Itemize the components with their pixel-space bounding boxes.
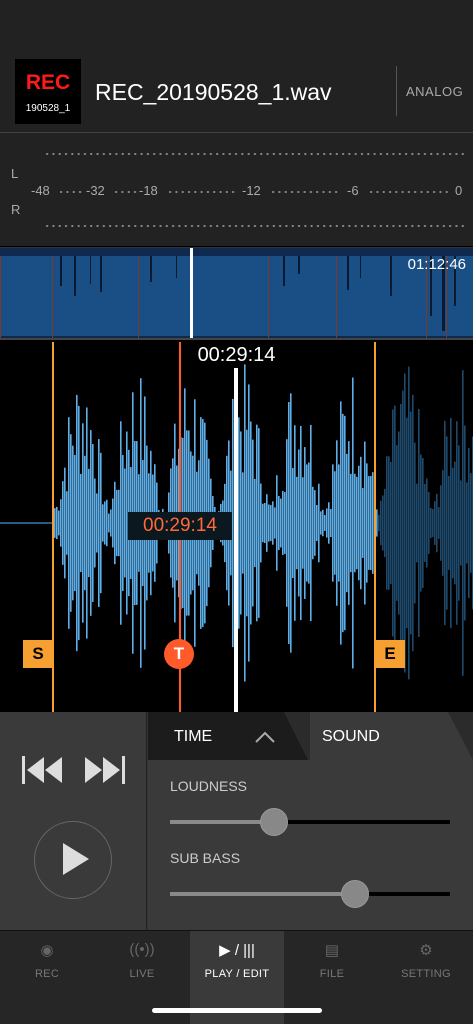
- trim-time: 00:29:14: [128, 512, 232, 540]
- tab-time[interactable]: TIME: [148, 712, 308, 760]
- total-time: 01:12:46: [407, 256, 466, 273]
- meter-right-label: R: [11, 202, 21, 217]
- fast-forward-icon[interactable]: [82, 754, 132, 786]
- meter-scale-dots: [113, 190, 139, 194]
- current-time: 00:29:14: [197, 344, 276, 366]
- controls-panel: TIME SOUND LOUDNESS SUB BASS: [0, 712, 473, 930]
- subbass-knob[interactable]: [340, 880, 369, 908]
- nav-setting[interactable]: ⚙ SETTING: [379, 931, 473, 1024]
- play-button[interactable]: [34, 821, 112, 899]
- meter-scale-dots: [167, 190, 237, 194]
- overview-waveform[interactable]: 01:12:46: [0, 247, 473, 340]
- loudness-fill: [170, 820, 274, 824]
- file-icon: ▤: [324, 942, 340, 959]
- meter-scale-label: -12: [242, 183, 261, 198]
- nav-file-label: FILE: [319, 968, 345, 980]
- meter-scale-label: -48: [31, 183, 50, 198]
- meter-scale-label: 0: [455, 183, 463, 198]
- trim-marker[interactable]: T: [164, 639, 194, 669]
- rec-badge[interactable]: REC 190528_1: [15, 59, 81, 124]
- end-marker[interactable]: E: [375, 640, 405, 668]
- gear-icon: ⚙: [419, 942, 433, 959]
- start-marker[interactable]: S: [23, 640, 53, 668]
- rec-badge-subtitle: 190528_1: [25, 103, 71, 114]
- playhead[interactable]: [234, 368, 238, 712]
- nav-rec[interactable]: ◉ REC: [0, 931, 94, 1024]
- nav-live-label: LIVE: [129, 968, 155, 980]
- panel-tabs: TIME SOUND: [148, 712, 473, 760]
- chevron-up-icon[interactable]: [254, 730, 276, 744]
- nav-play-edit-label: PLAY / EDIT: [204, 968, 270, 980]
- meter-left-dots: [44, 151, 464, 157]
- tab-time-label: TIME: [174, 728, 213, 745]
- meter-scale-dots: [270, 190, 340, 194]
- meter-scale-dots: [58, 190, 84, 194]
- rec-badge-title: REC: [25, 71, 71, 94]
- file-name: REC_20190528_1.wav: [95, 79, 332, 105]
- record-icon: ◉: [40, 942, 54, 959]
- level-meter: L R -48 -32 -18 -12 -6 0: [0, 133, 473, 246]
- home-indicator: [152, 1008, 322, 1013]
- subbass-slider[interactable]: [170, 880, 450, 908]
- meter-scale-label: -6: [347, 183, 359, 198]
- broadcast-icon: ((•)): [129, 941, 155, 958]
- play-edit-icon: ▶ / |||: [219, 942, 255, 959]
- subbass-fill: [170, 892, 355, 896]
- input-mode-label[interactable]: ANALOG: [406, 84, 463, 99]
- meter-left-label: L: [11, 166, 19, 181]
- subbass-label: SUB BASS: [170, 850, 241, 866]
- loudness-knob[interactable]: [259, 808, 288, 836]
- overview-waveform-graphic: [0, 248, 473, 338]
- sound-panel: LOUDNESS SUB BASS: [148, 760, 473, 930]
- nav-setting-label: SETTING: [401, 968, 451, 980]
- meter-scale-label: -18: [139, 183, 158, 198]
- meter-right-dots: [44, 223, 464, 229]
- meter-scale-dots: [368, 190, 448, 194]
- loudness-label: LOUDNESS: [170, 778, 248, 794]
- loudness-slider[interactable]: [170, 808, 450, 836]
- main-waveform[interactable]: 00:29:14 00:29:14 S E T: [0, 342, 473, 712]
- tab-sound[interactable]: SOUND: [310, 712, 473, 760]
- header-divider: [396, 66, 397, 116]
- transport-panel: [0, 712, 147, 930]
- app-header: REC 190528_1 REC_20190528_1.wav ANALOG: [0, 0, 473, 132]
- meter-scale-label: -32: [86, 183, 105, 198]
- nav-rec-label: REC: [34, 968, 60, 980]
- rewind-icon[interactable]: [20, 754, 70, 786]
- play-icon: [63, 843, 89, 875]
- tab-sound-label: SOUND: [322, 728, 380, 745]
